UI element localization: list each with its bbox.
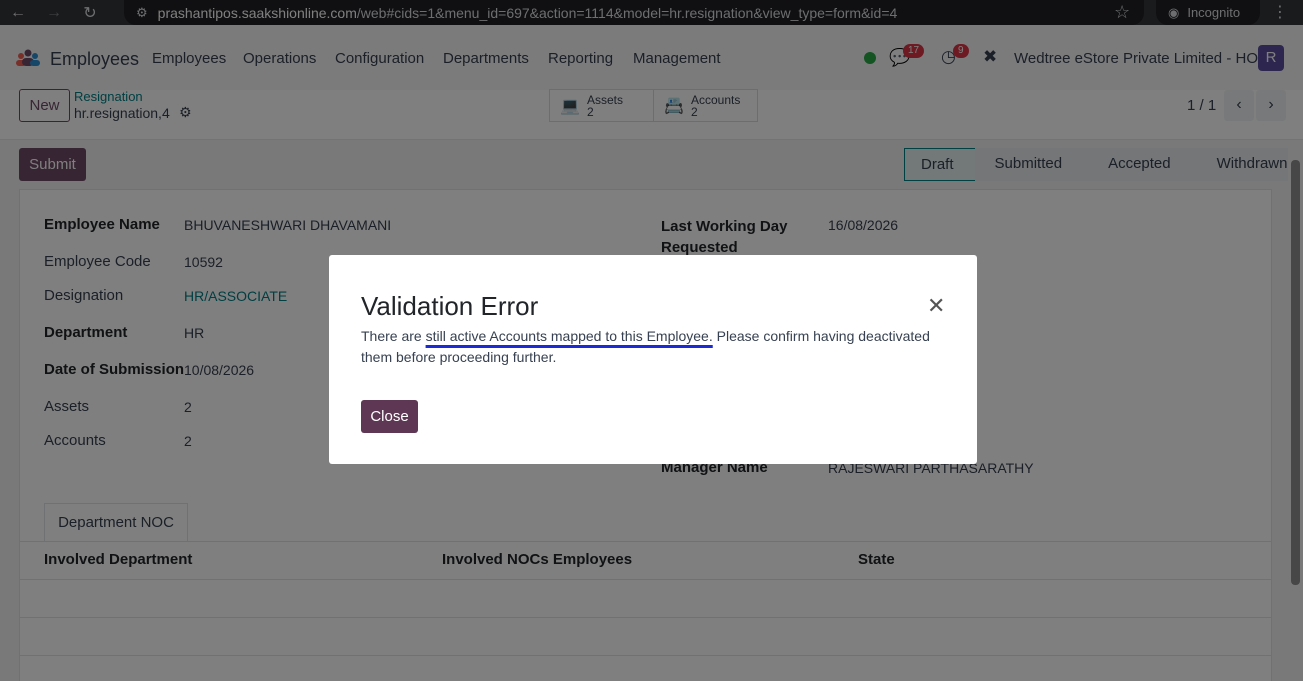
message-highlight: still active Accounts mapped to this Emp… <box>425 328 713 344</box>
dialog-message: There are still active Accounts mapped t… <box>361 326 951 368</box>
dialog-title: Validation Error <box>361 291 539 321</box>
close-icon[interactable]: ✕ <box>927 293 945 319</box>
validation-error-dialog: Validation Error ✕ There are still activ… <box>329 255 977 464</box>
message-start: There are <box>361 328 426 344</box>
close-button[interactable]: Close <box>361 400 418 433</box>
